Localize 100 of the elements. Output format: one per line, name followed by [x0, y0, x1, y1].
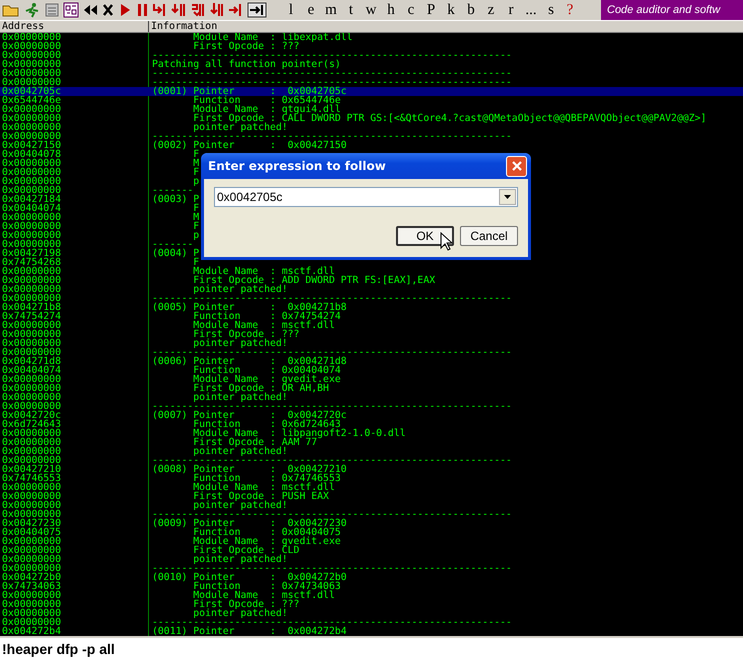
toolbar-button[interactable]: k	[441, 1, 461, 19]
info-cell-text: Function : 0x6d724643	[192, 420, 341, 429]
info-cell-text: Module Name : msctf.dll	[192, 483, 335, 492]
info-cell-text: First Opcode : ???	[192, 600, 300, 609]
toolbar-button[interactable]: ...	[521, 1, 541, 19]
expression-field[interactable]: 0x0042705c	[214, 187, 518, 207]
runner-icon[interactable]	[23, 2, 41, 18]
play-icon[interactable]	[118, 2, 132, 18]
address-cell-text: 0x6544746e	[1, 96, 62, 105]
address-cell-text: 0x00000000	[1, 276, 62, 285]
info-cell-text: (0005) Pointer : 0x004271b8	[151, 303, 347, 312]
address-cell-text: 0x00000000	[1, 168, 62, 177]
address-cell-text: 0x74746553	[1, 474, 62, 483]
address-cell-text: 0x00404075	[1, 528, 62, 537]
address-cell-text: 0x00000000	[1, 294, 62, 303]
help-button[interactable]: ?	[561, 1, 579, 19]
address-cell-text: 0x00000000	[1, 438, 62, 447]
info-cell-text: (0009) Pointer : 0x00427230	[151, 519, 347, 528]
toolbar-button[interactable]: c	[401, 1, 421, 19]
toolbar-button[interactable]: h	[381, 1, 401, 19]
info-cell-text: Module Name : gvedit.exe	[192, 537, 341, 546]
info-cell-text: Module Name : libpangoft2-1.0-0.dll	[192, 429, 406, 438]
address-cell-text: 0x00427230	[1, 519, 62, 528]
info-cell-text: Function : 0x74746553	[192, 474, 341, 483]
info-cell-text: Module Name : msctf.dll	[192, 591, 335, 600]
address-cell-text: 0x74734063	[1, 582, 62, 591]
address-cell-text: 0x00000000	[1, 105, 62, 114]
column-header[interactable]: Information	[149, 21, 743, 32]
grid-icon[interactable]	[63, 2, 79, 18]
info-cell-text: First Opcode : CLD	[192, 546, 300, 555]
info-cell-text: First Opcode : AAM 77	[192, 438, 318, 447]
address-cell-text: 0x00427184	[1, 195, 62, 204]
address-cell-text: 0x00000000	[1, 447, 62, 456]
address-cell-text: 0x00000000	[1, 501, 62, 510]
address-cell-text: 0x00000000	[1, 510, 62, 519]
info-cell-text: F	[192, 222, 200, 231]
address-cell-text: 0x00000000	[1, 330, 62, 339]
toolbar-button[interactable]: s	[541, 1, 561, 19]
rewind-icon[interactable]	[82, 2, 98, 18]
ok-button[interactable]: OK	[396, 226, 454, 246]
close-button[interactable]	[506, 156, 527, 176]
info-cell-text: Module Name : msctf.dll	[192, 267, 335, 276]
address-cell-text: 0x0042705c	[1, 87, 62, 96]
info-cell-text: (0003) P	[151, 195, 200, 204]
info-cell-text: -------------------------------------------------------------	[151, 564, 512, 573]
address-cell-text: 0x0042720c	[1, 411, 62, 420]
info-cell-text: Function : 0x74754274	[192, 312, 341, 321]
address-cell-text: 0x00000000	[1, 402, 62, 411]
toolbar-button[interactable]: r	[501, 1, 521, 19]
dialog-title: Enter expression to follow	[208, 159, 386, 173]
address-cell-text: 0x00000000	[1, 51, 62, 60]
info-cell-text: M	[192, 159, 200, 168]
info-cell-text: -------------------------------------------------------------	[151, 348, 512, 357]
address-cell-text: 0x00404078	[1, 150, 62, 159]
address-cell-text: 0x00000000	[1, 429, 62, 438]
info-cell-text: pointer patched!	[192, 123, 288, 132]
address-cell-text: 0x00000000	[1, 231, 62, 240]
info-cell-text: pointer patched!	[192, 609, 288, 618]
address-cell-text: 0x00404074	[1, 366, 62, 375]
info-cell-text: -------------------------------------------------------------	[151, 78, 512, 87]
info-cell-text: Function : 0x74734063	[192, 582, 341, 591]
address-cell-text: 0x00000000	[1, 177, 62, 186]
address-cell-text: 0x6d724643	[1, 420, 62, 429]
pause-icon[interactable]	[135, 2, 149, 18]
toolbar-button[interactable]: t	[341, 1, 361, 19]
address-cell-text: 0x00427150	[1, 141, 62, 150]
dropdown-button[interactable]	[499, 189, 516, 205]
address-cell-text: 0x00000000	[1, 591, 62, 600]
info-cell-text: (0006) Pointer : 0x004271d8	[151, 357, 347, 366]
toolbar-button[interactable]: l	[281, 1, 301, 19]
info-cell-text: -------------------------------------------------------------	[151, 51, 512, 60]
log-row[interactable]: 0x0042705c (0001) Pointer : 0x0042705c	[0, 87, 743, 96]
address-cell-text: 0x00000000	[1, 159, 62, 168]
address-cell-text: 0x00000000	[1, 546, 62, 555]
info-cell-text: Module Name : msctf.dll	[192, 321, 335, 330]
address-cell-text: 0x00000000	[1, 33, 62, 42]
close-icon	[510, 160, 522, 172]
toolbar-button[interactable]: b	[461, 1, 481, 19]
address-cell-text: 0x00427198	[1, 249, 62, 258]
toolbar-button[interactable]: P	[421, 1, 441, 19]
address-cell-text: 0x00000000	[1, 132, 62, 141]
address-cell-text: 0x00000000	[1, 114, 62, 123]
address-cell-text: 0x00000000	[1, 240, 62, 249]
info-cell-text: (0001) Pointer : 0x0042705c	[151, 87, 347, 96]
toolbar-button[interactable]: e	[301, 1, 321, 19]
toolbar-button[interactable]: w	[361, 1, 381, 19]
address-cell-text: 0x00000000	[1, 456, 62, 465]
cancel-button[interactable]: Cancel	[460, 226, 518, 246]
toolbar-button[interactable]: m	[321, 1, 341, 19]
info-cell-text: F	[192, 150, 200, 159]
info-cell-text: -------	[151, 240, 194, 249]
address-cell-text: 0x00000000	[1, 393, 62, 402]
close-icon[interactable]	[101, 2, 115, 18]
info-cell-text: First Opcode : CALL DWORD PTR GS:[<&QtCore4.?cast@QMetaObject@@QBEPAVQObject@@PAV2@@Z>]	[192, 114, 706, 123]
address-cell-text: 0x00000000	[1, 348, 62, 357]
info-cell-text: Module Name : gvedit.exe	[192, 375, 341, 384]
info-cell-text: (0007) Pointer : 0x0042720c	[151, 411, 347, 420]
column-header[interactable]: Address	[0, 21, 149, 32]
toolbar-button[interactable]: z	[481, 1, 501, 19]
address-cell-text: 0x004272b4	[1, 627, 62, 636]
